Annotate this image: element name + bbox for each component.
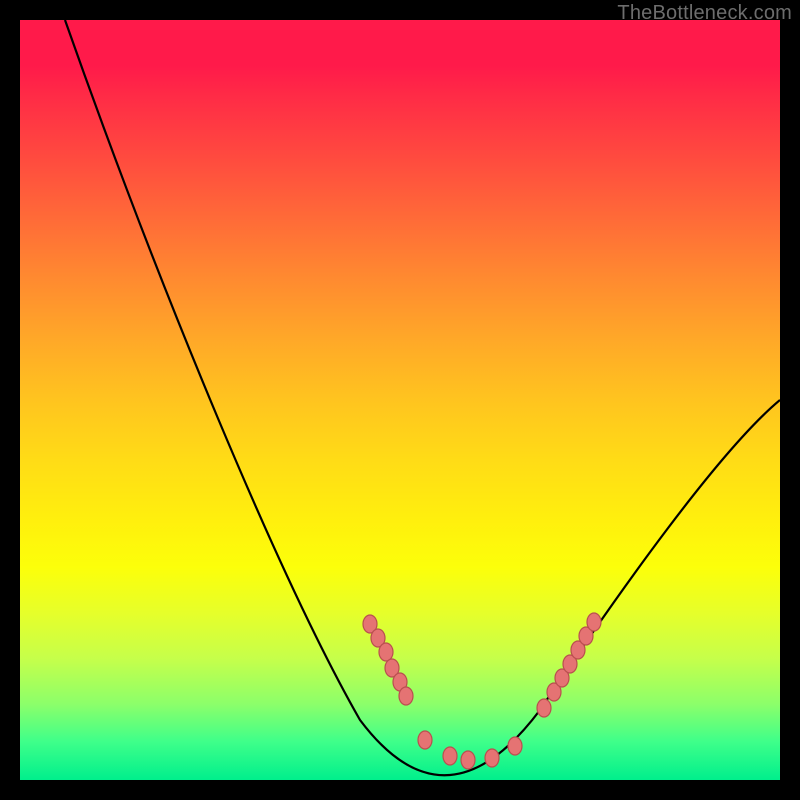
marker-dot <box>537 699 551 717</box>
marker-dot <box>379 643 393 661</box>
bottleneck-curve <box>65 20 780 775</box>
chart-frame: TheBottleneck.com <box>0 0 800 800</box>
marker-group <box>363 613 601 769</box>
marker-dot <box>443 747 457 765</box>
marker-dot <box>485 749 499 767</box>
plot-area <box>20 20 780 780</box>
marker-dot <box>587 613 601 631</box>
marker-dot <box>418 731 432 749</box>
chart-svg <box>20 20 780 780</box>
marker-dot <box>508 737 522 755</box>
marker-dot <box>461 751 475 769</box>
marker-dot <box>399 687 413 705</box>
